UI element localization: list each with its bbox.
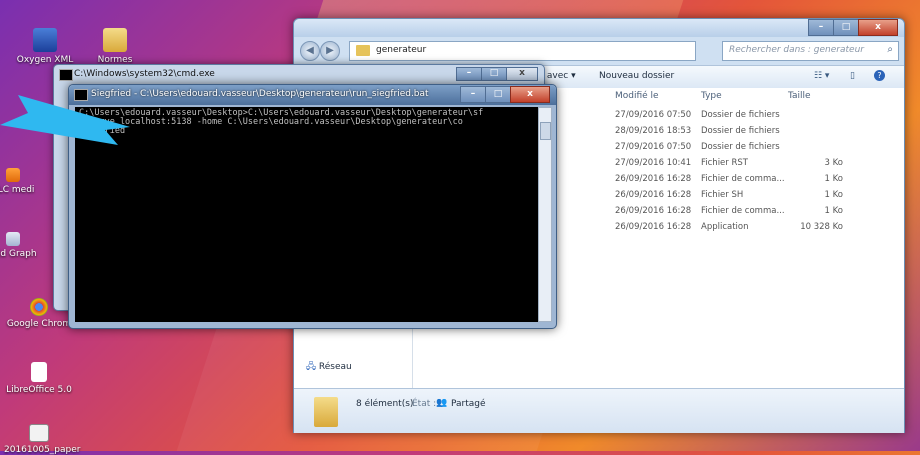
explorer-titlebar[interactable]: – □ x (294, 19, 904, 37)
search-input[interactable]: Rechercher dans : generateur ⌕ (722, 41, 899, 61)
file-modified: 26/09/2016 16:28 (615, 222, 692, 232)
network-icon: 🖧 (306, 362, 317, 372)
file-modified: 27/09/2016 07:50 (615, 110, 692, 120)
desktop-icon-oxygen[interactable]: Oxygen XML (10, 28, 80, 65)
state-label: État : (412, 399, 437, 409)
desktop-icon-vlc[interactable]: VLC medi (0, 168, 48, 195)
address-bar[interactable]: generateur (349, 41, 696, 61)
desktop-icon-libreoffice[interactable]: LibreOffice 5.0 (4, 362, 74, 395)
preview-pane-icon[interactable]: ▯ (850, 71, 855, 81)
desktop-icon-yed[interactable]: yEd Graph (0, 232, 48, 259)
nav-item-network[interactable]: 🖧 Réseau (306, 359, 352, 375)
column-header-type[interactable]: Type (701, 91, 722, 101)
close-button[interactable]: x (858, 19, 898, 36)
file-type: Fichier RST (701, 158, 748, 168)
console-output[interactable]: C:\Users\edouard.vasseur\Desktop>C:\User… (75, 107, 538, 322)
yed-icon (6, 232, 20, 246)
state-value: Partagé (451, 399, 486, 409)
cmd-front-titlebar[interactable]: Siegfried - C:\Users\edouard.vasseur\Des… (69, 85, 556, 105)
minimize-button[interactable]: – (808, 19, 834, 36)
folder-icon (314, 397, 338, 427)
document-icon (31, 362, 47, 382)
chrome-icon (30, 298, 48, 316)
column-header-size[interactable]: Taille (788, 91, 811, 101)
desktop-icon-label: yEd Graph (0, 249, 37, 259)
new-folder-button[interactable]: Nouveau dossier (599, 71, 674, 81)
vlc-icon (6, 168, 20, 182)
scrollbar-thumb[interactable] (540, 122, 551, 140)
share-icon: 👥 (436, 398, 448, 408)
arrow-shape (0, 95, 130, 145)
view-options-icon[interactable]: ☷ ▾ (814, 71, 829, 81)
maximize-button[interactable]: □ (485, 86, 511, 103)
file-type: Dossier de fichiers (701, 142, 780, 152)
file-modified: 26/09/2016 16:28 (615, 206, 692, 216)
back-button[interactable]: ◀ (300, 41, 320, 61)
file-modified: 28/09/2016 18:53 (615, 126, 692, 136)
item-count: 8 élément(s) (356, 399, 414, 409)
file-type: Fichier SH (701, 190, 744, 200)
folder-icon (356, 45, 370, 56)
status-bar: 8 élément(s) État : 👥 Partagé (294, 388, 904, 433)
folder-icon (103, 28, 127, 52)
file-type: Fichier de comma... (701, 174, 785, 184)
column-header-modified[interactable]: Modifié le (615, 91, 659, 101)
desktop-icon-normes[interactable]: Normes (80, 28, 150, 65)
close-button[interactable]: x (506, 67, 538, 81)
address-path: generateur (376, 45, 427, 55)
file-modified: 27/09/2016 07:50 (615, 142, 692, 152)
minimize-button[interactable]: – (456, 67, 482, 81)
cmd-front-title: Siegfried - C:\Users\edouard.vasseur\Des… (91, 89, 429, 99)
file-type: Fichier de comma... (701, 206, 785, 216)
file-size: 1 Ko (824, 174, 843, 184)
help-icon[interactable]: ? (874, 70, 885, 81)
file-size: 1 Ko (824, 190, 843, 200)
search-icon: ⌕ (887, 44, 893, 55)
minimize-button[interactable]: – (460, 86, 486, 103)
file-size: 3 Ko (824, 158, 843, 168)
document-icon (29, 424, 49, 442)
console-scrollbar[interactable] (538, 107, 552, 322)
maximize-button[interactable]: □ (481, 67, 507, 81)
annotation-arrow (0, 95, 130, 145)
desktop-icon-paper[interactable]: 20161005_paper (4, 424, 81, 455)
desktop-icon-label: Google Chrom (6, 319, 72, 329)
close-button[interactable]: x (510, 86, 550, 103)
file-modified: 26/09/2016 16:28 (615, 174, 692, 184)
desktop-icon-label: 20161005_paper (4, 445, 81, 455)
cmd-window-siegfried: Siegfried - C:\Users\edouard.vasseur\Des… (68, 84, 557, 329)
file-size: 1 Ko (824, 206, 843, 216)
maximize-button[interactable]: □ (833, 19, 859, 36)
forward-button[interactable]: ▶ (320, 41, 340, 61)
oxygen-app-icon (33, 28, 57, 52)
desktop-icon-label: VLC medi (0, 185, 35, 195)
file-type: Application (701, 222, 749, 232)
desktop-icon-label: LibreOffice 5.0 (6, 385, 72, 395)
file-modified: 27/09/2016 10:41 (615, 158, 692, 168)
search-placeholder: Rechercher dans : generateur (729, 45, 864, 55)
file-type: Dossier de fichiers (701, 110, 780, 120)
file-type: Dossier de fichiers (701, 126, 780, 136)
nav-item-label: Réseau (318, 362, 352, 372)
file-size: 10 328 Ko (800, 222, 843, 232)
file-modified: 26/09/2016 16:28 (615, 190, 692, 200)
